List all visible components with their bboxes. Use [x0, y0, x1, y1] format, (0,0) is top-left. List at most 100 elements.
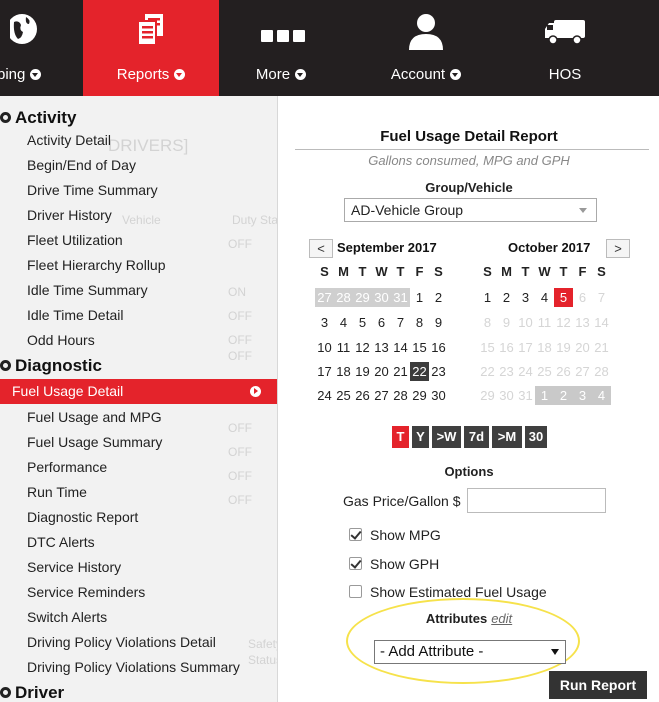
sidebar-item-fuel-usage-detail[interactable]: Fuel Usage Detail	[0, 379, 277, 404]
calendar-day[interactable]: 29	[353, 288, 372, 307]
add-attribute-select[interactable]: - Add Attribute -	[374, 640, 566, 664]
calendar-day[interactable]: 10	[315, 338, 334, 357]
calendar-day[interactable]: 6	[372, 313, 391, 332]
weekday-header-sep: W	[375, 264, 388, 279]
calendar-day[interactable]: 9	[429, 313, 448, 332]
group-vehicle-select[interactable]: AD-Vehicle Group	[344, 198, 597, 222]
nav-more[interactable]: More	[219, 0, 347, 96]
calendar-day[interactable]: 2	[497, 288, 516, 307]
section-activity-title: Activity	[15, 108, 77, 127]
nav-account[interactable]: Account	[347, 0, 505, 96]
calendar-day[interactable]: 20	[372, 362, 391, 381]
calendar-day: 6	[578, 290, 587, 305]
calendar-day: 24	[518, 364, 533, 379]
nav-hos[interactable]: HOS	[505, 0, 625, 96]
show-gph-checkbox[interactable]	[349, 557, 362, 570]
calendar-day[interactable]: 13	[372, 338, 391, 357]
sidebar-item-run-time[interactable]: Run Time	[0, 480, 277, 505]
sidebar-item-service-reminders[interactable]: Service Reminders	[0, 580, 277, 605]
calendar-day[interactable]: 4	[334, 313, 353, 332]
calendar-day[interactable]: 3	[315, 313, 334, 332]
calendar-day[interactable]: 17	[315, 362, 334, 381]
quick-range-button[interactable]: 30	[525, 426, 547, 448]
sidebar-item-driving-policy-violations-summary[interactable]: Driving Policy Violations Summary	[0, 655, 277, 680]
calendar-day: 20	[575, 340, 590, 355]
section-diagnostic: Diagnostic	[0, 356, 102, 376]
report-title: Fuel Usage Detail Report	[380, 128, 558, 145]
quick-range-button[interactable]: >M	[492, 426, 522, 448]
calendar-day: 8	[483, 315, 492, 330]
calendar-day[interactable]: 11	[334, 338, 353, 357]
quick-range-button[interactable]: Y	[412, 426, 429, 448]
calendar-day[interactable]: 1	[478, 288, 497, 307]
calendar-day[interactable]: 26	[353, 386, 372, 405]
sidebar-item-fleet-utilization[interactable]: Fleet Utilization	[0, 228, 277, 253]
sidebar-item-begin-end-of-day[interactable]: Begin/End of Day	[0, 153, 277, 178]
calendar-day: 29	[480, 388, 495, 403]
calendar-day[interactable]: 22	[410, 362, 429, 381]
run-report-button[interactable]: Run Report	[549, 671, 647, 699]
show-mpg-checkbox[interactable]	[349, 528, 362, 541]
attributes-label: Attributes edit	[279, 611, 659, 626]
calendar-day[interactable]: 25	[334, 386, 353, 405]
sidebar-item-idle-time-summary[interactable]: Idle Time Summary	[0, 278, 277, 303]
calendar-day: 11	[537, 315, 552, 330]
sidebar-item-diagnostic-report[interactable]: Diagnostic Report	[0, 505, 277, 530]
quick-range-button[interactable]: T	[392, 426, 409, 448]
quick-range-button[interactable]: >W	[432, 426, 461, 448]
show-gph-label: Show GPH	[370, 556, 440, 572]
calendar-day[interactable]: 7	[391, 313, 410, 332]
calendar-next-button[interactable]: >	[606, 239, 630, 258]
quick-range-button[interactable]: 7d	[464, 426, 489, 448]
sidebar-item-odd-hours[interactable]: Odd Hours	[0, 328, 277, 353]
sidebar-item-driving-policy-violations-detail[interactable]: Driving Policy Violations Detail	[0, 630, 277, 655]
calendar-day[interactable]: 14	[391, 338, 410, 357]
calendar-day[interactable]: 30	[372, 288, 391, 307]
calendar-day[interactable]: 18	[334, 362, 353, 381]
calendar-day[interactable]: 12	[353, 338, 372, 357]
calendar-day: 19	[556, 340, 571, 355]
calendar-day[interactable]: 1	[410, 288, 429, 307]
calendar-day[interactable]: 19	[353, 362, 372, 381]
calendar-day[interactable]: 3	[516, 288, 535, 307]
sidebar-item-service-history[interactable]: Service History	[0, 555, 277, 580]
calendar-day[interactable]: 27	[372, 386, 391, 405]
calendar-day[interactable]: 4	[535, 288, 554, 307]
calendar-day: 26	[556, 364, 571, 379]
more-dots-icon	[261, 30, 305, 42]
calendar-day: 3	[573, 386, 592, 405]
calendar-day[interactable]: 15	[410, 338, 429, 357]
calendar-day[interactable]: 31	[391, 288, 410, 307]
sidebar-item-dtc-alerts[interactable]: DTC Alerts	[0, 530, 277, 555]
calendar-day[interactable]: 2	[429, 288, 448, 307]
sidebar-item-driver-history[interactable]: Driver History	[0, 203, 277, 228]
calendar-day[interactable]: 16	[429, 338, 448, 357]
show-estimated-fuel-checkbox[interactable]	[349, 585, 362, 598]
nav-reports[interactable]: Reports	[83, 0, 219, 96]
calendar-day[interactable]: 5	[554, 288, 573, 307]
gas-price-input[interactable]	[467, 488, 606, 513]
calendar-day[interactable]: 29	[410, 386, 429, 405]
calendar-day[interactable]: 23	[429, 362, 448, 381]
sidebar-item-fuel-usage-summary[interactable]: Fuel Usage Summary	[0, 430, 277, 455]
calendar-day[interactable]: 30	[429, 386, 448, 405]
sidebar-item-activity-detail[interactable]: Activity Detail	[0, 128, 277, 153]
calendar-day[interactable]: 28	[391, 386, 410, 405]
calendar-day[interactable]: 24	[315, 386, 334, 405]
attributes-edit-link[interactable]: edit	[491, 611, 512, 626]
calendar-day[interactable]: 27	[315, 288, 334, 307]
nav-mapping[interactable]: ping	[0, 0, 80, 96]
calendar-day[interactable]: 8	[410, 313, 429, 332]
weekday-header-oct: T	[559, 264, 568, 279]
calendar-day[interactable]: 5	[353, 313, 372, 332]
sidebar-item-performance[interactable]: Performance	[0, 455, 277, 480]
sidebar-item-fuel-usage-and-mpg[interactable]: Fuel Usage and MPG	[0, 405, 277, 430]
sidebar-item-idle-time-detail[interactable]: Idle Time Detail	[0, 303, 277, 328]
calendar-day[interactable]: 21	[391, 362, 410, 381]
sidebar-item-drive-time-summary[interactable]: Drive Time Summary	[0, 178, 277, 203]
sidebar-item-fleet-hierarchy-rollup[interactable]: Fleet Hierarchy Rollup	[0, 253, 277, 278]
calendar-day[interactable]: 28	[334, 288, 353, 307]
section-diagnostic-title: Diagnostic	[15, 356, 102, 375]
calendar-prev-button[interactable]: <	[309, 239, 333, 258]
sidebar-item-switch-alerts[interactable]: Switch Alerts	[0, 605, 277, 630]
